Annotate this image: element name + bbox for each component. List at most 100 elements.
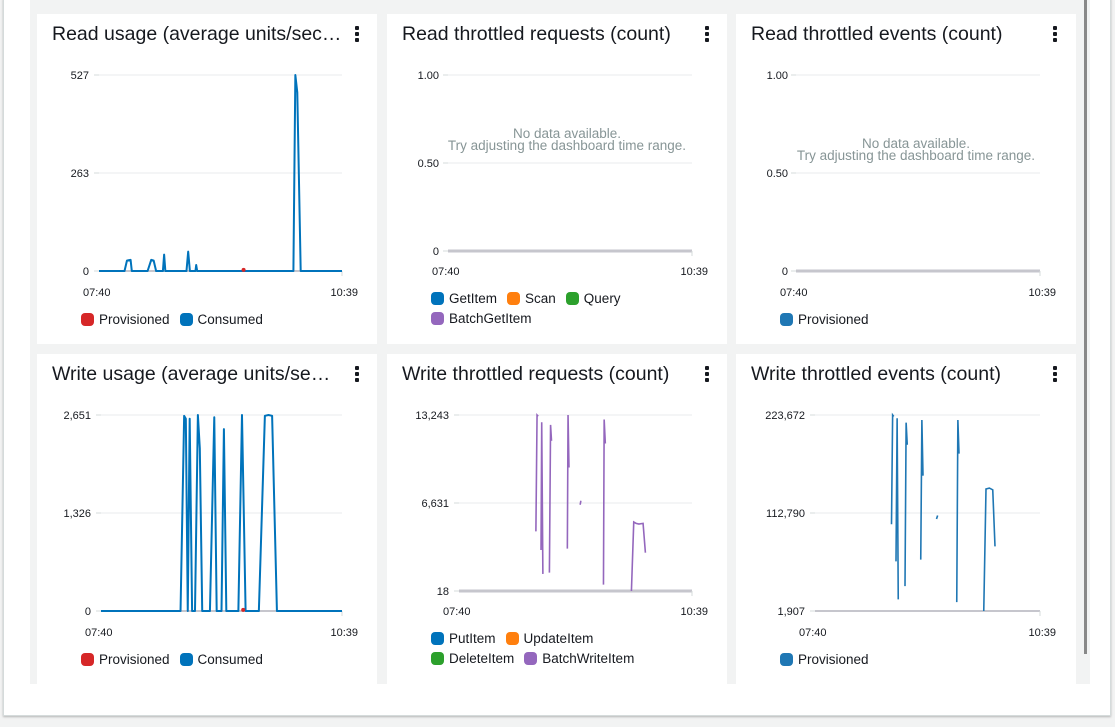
series-segment-provisioned <box>982 487 996 612</box>
y-tick-label: 0.50 <box>418 158 439 170</box>
legend-swatch <box>505 631 519 645</box>
series-point-provisioned <box>241 267 246 272</box>
series-segment-batchwriteitem <box>630 520 647 592</box>
chart-plot: 223,672 112,790 1,907 07:40 10:39 <box>765 410 1056 639</box>
legend-row: PutItem UpdateItem <box>431 628 644 648</box>
series-segment-provisioned <box>919 419 924 560</box>
legend-item[interactable]: Provisioned <box>81 312 170 327</box>
legend-label: Consumed <box>197 651 263 667</box>
no-data-line2: Try adjusting the dashboard time range. <box>447 138 687 153</box>
chart-plot: 1.00 0.50 0 07:40 10:39 <box>767 70 1056 299</box>
legend-row: DeleteItem BatchWriteItem <box>431 648 644 668</box>
y-tick-label: 1.00 <box>767 70 788 82</box>
legend-label: Provisioned <box>798 311 869 327</box>
y-tick-label: 0 <box>83 266 89 278</box>
legend-swatch <box>81 312 94 326</box>
chart-legend: Provisioned <box>780 309 879 329</box>
legend-item[interactable]: Query <box>565 291 621 306</box>
chart-legend: Provisioned <box>780 649 879 669</box>
series-segment-provisioned <box>890 412 895 525</box>
legend-item[interactable]: GetItem <box>431 291 497 306</box>
legend-swatch <box>179 312 193 326</box>
widget-read-throttled-events: Read throttled events (count) 1.00 0.50 0 0… <box>736 14 1076 344</box>
y-tick-label: 1,907 <box>777 606 805 618</box>
chart-legend: Provisioned Consumed <box>81 649 273 669</box>
legend-swatch <box>431 311 444 325</box>
legend-swatch <box>431 291 444 305</box>
vertical-scrollbar[interactable] <box>1084 0 1087 654</box>
series-segment-batchwriteitem <box>602 419 607 585</box>
legend-label: Consumed <box>197 311 263 327</box>
no-data-line2: Try adjusting the dashboard time range. <box>796 148 1036 163</box>
series-segment-batchwriteitem <box>535 413 539 532</box>
legend-swatch <box>524 651 538 665</box>
y-tick-label: 223,672 <box>765 410 805 422</box>
legend-swatch <box>507 291 521 305</box>
legend-item[interactable]: Consumed <box>179 311 263 327</box>
x-tick-label: 10:39 <box>1028 627 1056 639</box>
x-tick-label: 07:40 <box>780 287 808 299</box>
legend-swatch <box>81 652 94 666</box>
x-tick-label: 07:40 <box>85 627 113 639</box>
series-segment-provisioned <box>935 515 939 520</box>
x-tick-label: 10:39 <box>680 266 708 278</box>
legend-label: Provisioned <box>99 651 170 667</box>
y-tick-label: 0 <box>433 246 439 258</box>
legend-item[interactable]: Provisioned <box>780 652 869 667</box>
no-data-message: No data available. Try adjusting the das… <box>417 127 717 153</box>
legend-item[interactable]: Provisioned <box>780 312 869 327</box>
x-tick-label: 07:40 <box>83 287 111 299</box>
legend-item[interactable]: BatchWriteItem <box>524 651 634 666</box>
legend-row: Provisioned Consumed <box>81 309 273 329</box>
x-tick-label: 07:40 <box>443 606 471 618</box>
chart-legend: GetItem Scan Query BatchGetItem <box>431 288 631 328</box>
legend-swatch <box>780 312 793 326</box>
y-tick-label: 112,790 <box>766 508 805 520</box>
series-segment-batchwriteitem <box>579 500 582 505</box>
legend-label: PutItem <box>449 630 496 646</box>
series-segment-batchwriteitem <box>548 424 553 573</box>
legend-label: DeleteItem <box>449 650 515 666</box>
widget-write-throttled-requests: Write throttled requests (count) 13,243 6… <box>387 354 727 684</box>
y-tick-label: 6,631 <box>421 498 449 510</box>
legend-item[interactable]: Provisioned <box>81 652 170 667</box>
y-tick-label: 263 <box>71 168 89 180</box>
legend-row: Provisioned <box>780 309 879 329</box>
legend-row: Provisioned Consumed <box>81 649 273 669</box>
legend-swatch <box>565 291 579 305</box>
y-tick-label: 0 <box>85 606 91 618</box>
legend-swatch <box>431 631 444 645</box>
series-segment-batchwriteitem <box>540 422 544 574</box>
series-segment-provisioned <box>895 418 900 600</box>
chart-plot: 13,243 6,631 18 07:40 10:39 <box>415 410 708 618</box>
widget-write-usage: Write usage (average units/se… 2,651 1,32… <box>37 354 377 684</box>
legend-swatch <box>431 651 444 665</box>
chart-legend: PutItem UpdateItem DeleteItem BatchWriteIte… <box>431 628 644 668</box>
legend-item[interactable]: BatchGetItem <box>431 311 532 326</box>
legend-item[interactable]: DeleteItem <box>431 651 514 666</box>
y-tick-label: 0 <box>782 266 788 278</box>
chart-plot: 2,651 1,326 0 07:40 10:39 <box>63 410 358 639</box>
y-tick-label: 2,651 <box>63 410 91 422</box>
legend-row: BatchGetItem <box>431 308 631 328</box>
y-tick-label: 1.00 <box>418 70 439 82</box>
x-tick-label: 07:40 <box>432 266 460 278</box>
series-segment-batchwriteitem <box>566 414 570 549</box>
chart-plot: 527 263 0 07:40 10:39 <box>71 70 358 299</box>
legend-swatch <box>179 652 193 666</box>
y-tick-label: 1,326 <box>63 508 91 520</box>
legend-row: GetItem Scan Query <box>431 288 631 308</box>
legend-item[interactable]: Consumed <box>179 651 263 667</box>
legend-item[interactable]: PutItem <box>431 631 496 646</box>
chart-plot: 1.00 0.50 0 07:40 10:39 <box>418 70 708 278</box>
x-tick-label: 10:39 <box>1028 287 1056 299</box>
y-tick-label: 18 <box>437 586 449 598</box>
legend-item[interactable]: Scan <box>507 291 556 306</box>
y-tick-label: 0.50 <box>767 168 788 180</box>
legend-swatch <box>780 652 793 666</box>
legend-label: GetItem <box>449 290 498 306</box>
series-point-provisioned <box>241 607 246 612</box>
widget-write-throttled-events: Write throttled events (count) 223,672 11… <box>736 354 1076 684</box>
legend-label: UpdateItem <box>523 630 594 646</box>
legend-item[interactable]: UpdateItem <box>505 630 594 646</box>
